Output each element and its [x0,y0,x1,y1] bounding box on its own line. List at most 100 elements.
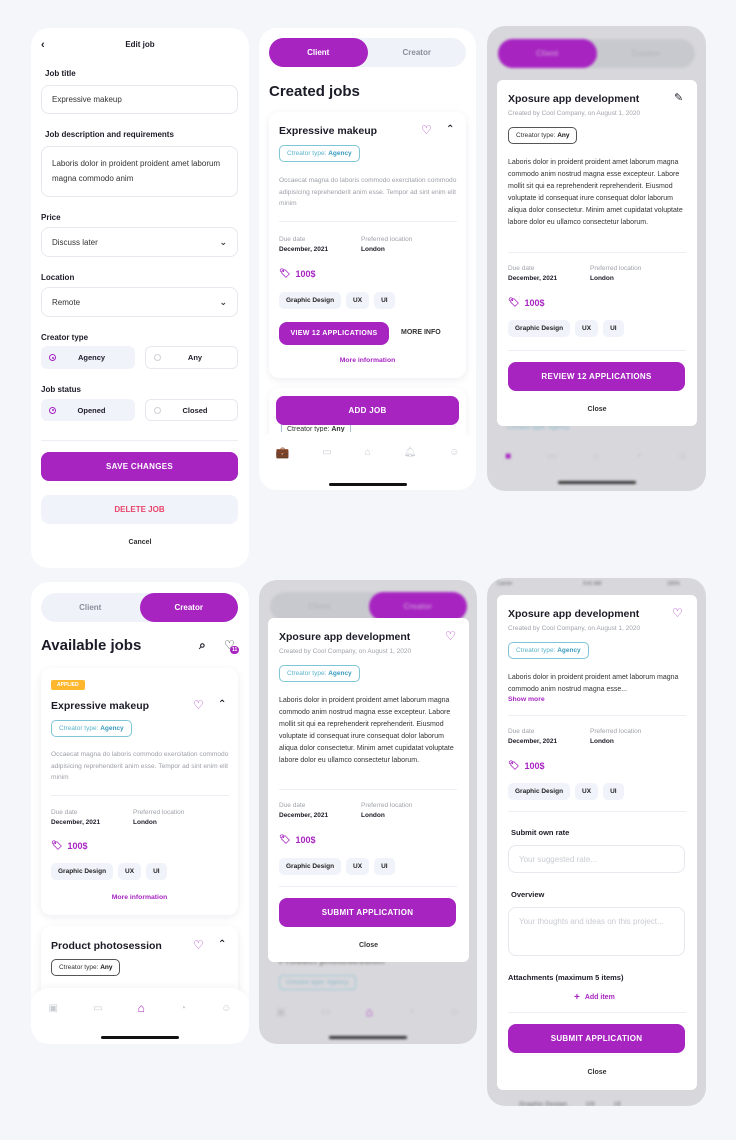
price: 🏷 100$ [279,834,316,845]
price-select[interactable]: Discuss later ⌄ [41,227,238,257]
briefcase-icon[interactable]: 💼 [275,446,289,459]
tag: UX [346,858,370,875]
bell-icon[interactable]: 🔔︎ [404,447,417,458]
tag-list: Graphic Design UX UI [51,863,167,880]
heart-icon[interactable]: ♡ [672,606,683,620]
cancel-button[interactable]: Cancel [31,539,249,546]
due-date: Due date December, 2021 [279,802,329,819]
more-information-link[interactable]: More information [41,894,238,901]
location-label: Location [41,273,75,282]
job-description-textarea[interactable]: Laboris dolor in proident proident amet … [41,146,238,197]
chat-icon: ▭ [547,450,557,462]
edit-icon[interactable]: ✎ [674,91,683,104]
add-item-button[interactable]: + Add item [574,992,615,1003]
battery-label: 100% [667,581,680,587]
job-title: Expressive makeup [279,125,378,137]
heart-icon[interactable]: ♡ [193,698,204,712]
overview-label: Overview [511,890,545,899]
chat-icon: ▭ [321,1006,331,1018]
chat-icon[interactable]: ▭ [322,447,331,458]
price-value: Discuss later [52,237,98,247]
heart-icon[interactable]: ♡ [193,938,204,952]
tag: Graphic Design [519,1101,568,1106]
tab-client[interactable]: Client [41,593,140,622]
role-segmented-control: Client Creator [270,592,467,621]
job-title: Xposure app development [279,631,411,643]
job-status-opened-radio[interactable]: Opened [41,399,135,421]
save-changes-button[interactable]: SAVE CHANGES [41,452,238,481]
job-title: Expressive makeup [51,700,150,712]
job-title: Product photosession [51,940,162,952]
tab-creator[interactable]: Creator [139,593,238,622]
submit-application-button[interactable]: SUBMIT APPLICATION [508,1024,685,1053]
due-date: Due date December, 2021 [508,728,558,745]
divider [508,715,686,716]
home-icon[interactable]: ⌂ [365,447,371,458]
add-job-button[interactable]: ADD JOB [276,396,459,425]
overview-textarea[interactable]: Your thoughts and ideas on this project.… [508,907,685,956]
job-description-value: Laboris dolor in proident proident amet … [52,159,221,183]
briefcase-icon[interactable]: ▣ [49,1003,58,1014]
bottom-nav: 💼 ▭ ⌂ 🔔︎ ☺ [259,432,476,490]
chevron-down-icon: ⌄ [219,296,227,307]
due-date: Due date December, 2021 [51,809,101,826]
tab-creator: Creator [368,592,467,621]
chevron-up-icon[interactable]: ⌃ [218,699,226,710]
bottom-nav: ▣ ▭ ⌂ ◔ ☺ [31,988,249,1044]
attachments-label: Attachments (maximum 5 items) [508,973,624,982]
tab-client[interactable]: Client [269,38,368,67]
rate-input[interactable]: Your suggested rate... [508,845,685,873]
chevron-up-icon[interactable]: ⌃ [218,939,226,950]
application-modal: Xposure app development ♡ Created by Coo… [497,595,697,1090]
more-info-button[interactable]: MORE INFO [401,329,441,336]
review-applications-button[interactable]: REVIEW 12 APPLICATIONS [508,362,685,391]
bottom-nav: ■ ▭ ⌂ ◔ ☺ [487,444,706,468]
more-information-link[interactable]: More information [269,357,466,364]
heart-icon[interactable]: ♡ [445,629,456,643]
home-indicator [329,483,407,486]
bell-icon[interactable]: ◔ [180,1003,186,1014]
tag: UI [374,858,395,875]
tag-list: Graphic Design UX UI [508,783,624,800]
radio-dot [49,354,56,361]
tag: UI [603,320,624,337]
favorites-count-badge: 11 [230,646,240,654]
price: 🏷 100$ [508,297,545,308]
divider [508,1012,686,1013]
tag: UX [575,783,599,800]
job-status-closed-radio[interactable]: Closed [145,399,238,421]
delete-job-button[interactable]: DELETE JOB [41,495,238,524]
show-more-link[interactable]: Show more [508,696,545,703]
location-select[interactable]: Remote ⌄ [41,287,238,317]
applied-badge: APPLIED [51,680,85,690]
divider [279,789,457,790]
creator-type-badge: Ctreator type: Agency [279,665,360,682]
submit-application-button[interactable]: SUBMIT APPLICATION [279,898,456,927]
search-icon[interactable]: ⌕ [199,638,206,653]
chevron-up-icon[interactable]: ⌃ [446,124,454,135]
creator-type-any-radio[interactable]: Any [145,346,238,369]
user-icon[interactable]: ☺ [449,447,459,458]
user-icon[interactable]: ☺ [221,1003,231,1014]
divider [279,221,457,222]
created-by: Created by Cool Company, on August 1, 20… [279,648,412,655]
tab-creator[interactable]: Creator [368,38,467,67]
carrier-label: Carrier [497,581,513,587]
price-label: Price [41,213,61,222]
price-tag-icon: 🏷 [508,297,520,307]
view-applications-button[interactable]: VIEW 12 APPLICATIONS [279,322,389,345]
tag: UX [586,1101,596,1106]
tag: UX [575,320,599,337]
role-segmented-control: Client Creator [269,38,466,67]
close-button[interactable]: Close [268,942,469,949]
creator-type-agency-radio[interactable]: Agency [41,346,135,369]
close-button[interactable]: Close [497,406,697,413]
home-icon[interactable]: ⌂ [138,1001,145,1015]
close-button[interactable]: Close [497,1069,697,1076]
job-title-input[interactable]: Expressive makeup [41,85,238,114]
heart-icon[interactable]: ♡ [421,123,432,137]
due-date: Due date December, 2021 [508,265,558,282]
divider [41,440,238,441]
preferred-location: Preferred location London [133,809,185,826]
chat-icon[interactable]: ▭ [93,1003,102,1014]
